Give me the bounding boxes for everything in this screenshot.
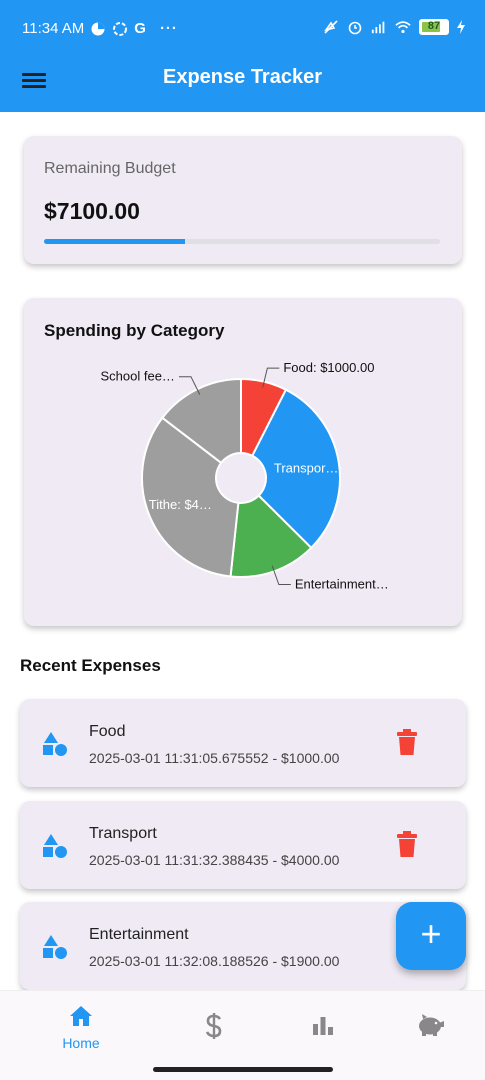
expense-meta: 2025-03-01 11:31:32.388435 - $4000.00: [89, 852, 340, 868]
nav-home[interactable]: Home: [41, 991, 121, 1061]
nav-transactions[interactable]: [175, 991, 255, 1061]
chart-card: Spending by Category Food: $1000.00 Trans…: [24, 298, 462, 626]
slice-label: Entertainment…: [295, 576, 389, 591]
recent-expenses-title: Recent Expenses: [20, 656, 161, 675]
expense-card-transport[interactable]: Transport 2025-03-01 11:31:32.388435 - $…: [20, 801, 466, 889]
add-expense-button[interactable]: +: [396, 902, 466, 970]
nav-home-label: Home: [62, 1035, 100, 1051]
mute-icon: [324, 20, 338, 34]
piggy-bank-icon: [419, 1014, 444, 1036]
slice-label: Food: $1000.00: [283, 360, 374, 375]
expense-name: Entertainment: [89, 926, 189, 943]
dollar-icon: [205, 1013, 222, 1039]
signal-icon: [371, 21, 385, 34]
expense-meta: 2025-03-01 11:31:05.675552 - $1000.00: [89, 750, 340, 766]
budget-progress-fill: [44, 239, 185, 244]
budget-value: $7100.00: [44, 198, 140, 224]
budget-progress: [44, 239, 440, 244]
delete-icon[interactable]: [396, 831, 418, 857]
status-bar: 11:34 AM G ··· 87: [0, 0, 485, 54]
expense-meta: 2025-03-01 11:32:08.188526 - $1900.00: [89, 953, 340, 969]
page-title: Expense Tracker: [163, 66, 322, 88]
more-dots-icon: ···: [159, 20, 178, 37]
delete-icon[interactable]: [396, 729, 418, 755]
wifi-icon: [395, 21, 411, 34]
battery-icon: 87: [419, 19, 449, 35]
charging-icon: [457, 20, 465, 34]
slice-label: Transpor…: [274, 461, 339, 476]
nav-reports[interactable]: [283, 991, 363, 1061]
gesture-bar: [153, 1067, 333, 1072]
circle-icon: [113, 21, 128, 36]
google-icon: G: [134, 20, 146, 37]
alarm-icon: [348, 21, 362, 35]
nav-savings[interactable]: [391, 991, 471, 1061]
status-time: 11:34 AM: [22, 20, 85, 37]
expense-name: Food: [89, 723, 126, 740]
expense-card-food[interactable]: Food 2025-03-01 11:31:05.675552 - $1000.…: [20, 699, 466, 787]
category-icon: [43, 935, 67, 959]
budget-label: Remaining Budget: [44, 160, 176, 177]
expense-name: Transport: [89, 825, 157, 842]
app-bar: Expense Tracker: [0, 54, 485, 112]
budget-card: Remaining Budget $7100.00: [24, 136, 462, 264]
pie-chart: Food: $1000.00 Transpor… Entertainment… Tit…: [101, 360, 389, 591]
slice-label: School fee…: [101, 369, 175, 384]
data-saver-icon: [91, 22, 105, 35]
home-icon: [70, 1006, 92, 1026]
category-icon: [43, 834, 67, 858]
category-icon: [43, 732, 67, 756]
slice-label: Tithe: $4…: [149, 497, 212, 512]
bar-chart-icon: [313, 1017, 333, 1035]
add-icon: +: [420, 913, 442, 954]
battery-level: 87: [427, 20, 441, 32]
